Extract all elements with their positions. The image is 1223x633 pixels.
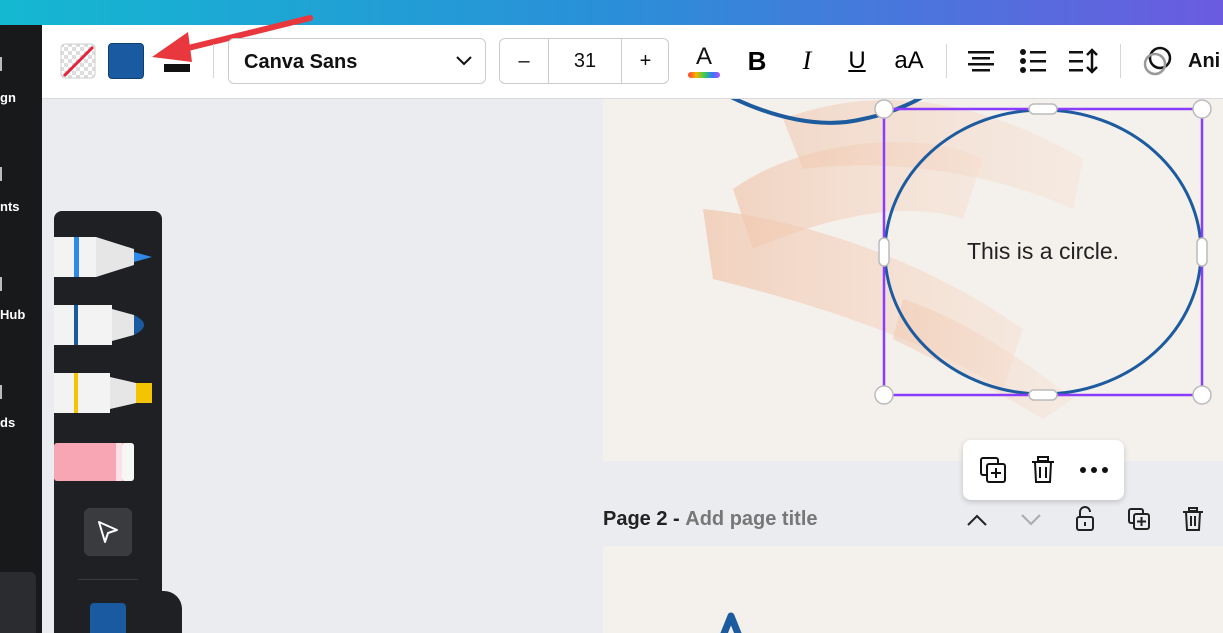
rail-icon-brand-hub[interactable] <box>0 277 2 291</box>
move-page-up-button[interactable] <box>963 506 991 534</box>
lock-page-button[interactable] <box>1071 504 1099 534</box>
bulleted-list-button[interactable] <box>1016 44 1050 78</box>
element-context-menu <box>963 440 1124 500</box>
underline-button[interactable]: U <box>840 44 874 78</box>
delete-page-button[interactable] <box>1179 504 1207 534</box>
trash-icon <box>1032 456 1054 483</box>
toolbar-divider <box>1120 44 1121 78</box>
rail-label-uploads[interactable]: ds <box>0 415 15 430</box>
toolbar-divider <box>946 44 947 78</box>
font-size-stepper[interactable]: – 31 + <box>499 38 669 84</box>
bold-button[interactable]: B <box>740 44 774 78</box>
page2-artwork <box>720 612 742 633</box>
font-family-select[interactable]: Canva Sans <box>228 38 486 84</box>
effects-button[interactable] <box>1140 44 1176 78</box>
font-family-value: Canva Sans <box>244 51 358 73</box>
page-2-label: Page 2 - <box>603 508 680 530</box>
more-options-button[interactable] <box>1077 454 1111 486</box>
text-color-button[interactable]: A <box>686 42 722 80</box>
decrease-font-size-button[interactable]: – <box>500 39 549 83</box>
line-spacing-icon <box>1069 48 1098 74</box>
no-fill-swatch[interactable] <box>60 43 96 79</box>
pen-color-swatch[interactable] <box>90 603 126 633</box>
text-color-letter: A <box>695 42 712 70</box>
rail-label-brand-hub[interactable]: Hub <box>0 307 25 322</box>
more-dots-icon <box>1080 467 1108 473</box>
animate-button[interactable]: Ani <box>1188 50 1220 73</box>
rail-icon-uploads[interactable] <box>0 385 2 399</box>
marker-icon <box>54 305 144 345</box>
toolbar-divider <box>213 44 214 78</box>
duplicate-page-button[interactable] <box>1125 504 1153 534</box>
cursor-arrow-icon <box>98 521 118 543</box>
highlighter-tool[interactable] <box>54 371 154 415</box>
increase-font-size-button[interactable]: + <box>621 39 669 83</box>
chevron-down-icon <box>1021 514 1041 526</box>
page-title-input[interactable]: Add page title <box>685 508 817 530</box>
align-center-button[interactable] <box>964 44 998 78</box>
unlock-icon <box>1076 506 1094 531</box>
trash-icon <box>1183 507 1203 531</box>
duplicate-icon <box>1128 508 1150 530</box>
align-center-icon <box>968 51 994 72</box>
rail-label-design[interactable]: gn <box>0 90 16 105</box>
duplicate-icon <box>980 457 1006 483</box>
panel-edge <box>154 591 182 633</box>
effects-icon <box>1143 46 1172 76</box>
left-side-rail: gn nts Hub ds <box>0 25 42 633</box>
duplicate-button[interactable] <box>977 454 1009 486</box>
letter-case-button[interactable]: aA <box>888 44 930 78</box>
chevron-up-icon <box>967 514 987 526</box>
move-page-down-button[interactable] <box>1017 506 1045 534</box>
rail-active-item[interactable] <box>0 572 36 633</box>
chevron-down-icon <box>456 56 472 66</box>
page-2-header: Page 2 - Add page title <box>603 508 818 531</box>
rail-icon-elements[interactable] <box>0 167 2 181</box>
eraser-icon <box>54 443 134 481</box>
list-icon <box>1020 49 1046 73</box>
rail-icon-design[interactable] <box>0 57 2 71</box>
highlighter-icon <box>54 373 152 413</box>
pen-icon <box>54 237 152 277</box>
stroke-color-swatch[interactable] <box>108 43 144 79</box>
pen-tool[interactable] <box>54 235 154 279</box>
select-tool-button[interactable] <box>84 508 132 556</box>
circle-text[interactable]: This is a circle. <box>885 238 1201 265</box>
rail-label-elements[interactable]: nts <box>0 199 20 214</box>
italic-button[interactable]: I <box>790 44 824 78</box>
rainbow-color-bar <box>688 71 720 78</box>
draw-tools-panel <box>54 211 182 633</box>
marker-tool[interactable] <box>54 303 154 347</box>
spacing-button[interactable] <box>1066 44 1100 78</box>
eraser-tool[interactable] <box>54 441 154 483</box>
transparent-icon <box>60 43 96 79</box>
font-size-input[interactable]: 31 <box>549 39 621 83</box>
panel-divider <box>78 579 138 580</box>
design-page-2[interactable] <box>603 546 1223 633</box>
delete-button[interactable] <box>1027 454 1059 486</box>
